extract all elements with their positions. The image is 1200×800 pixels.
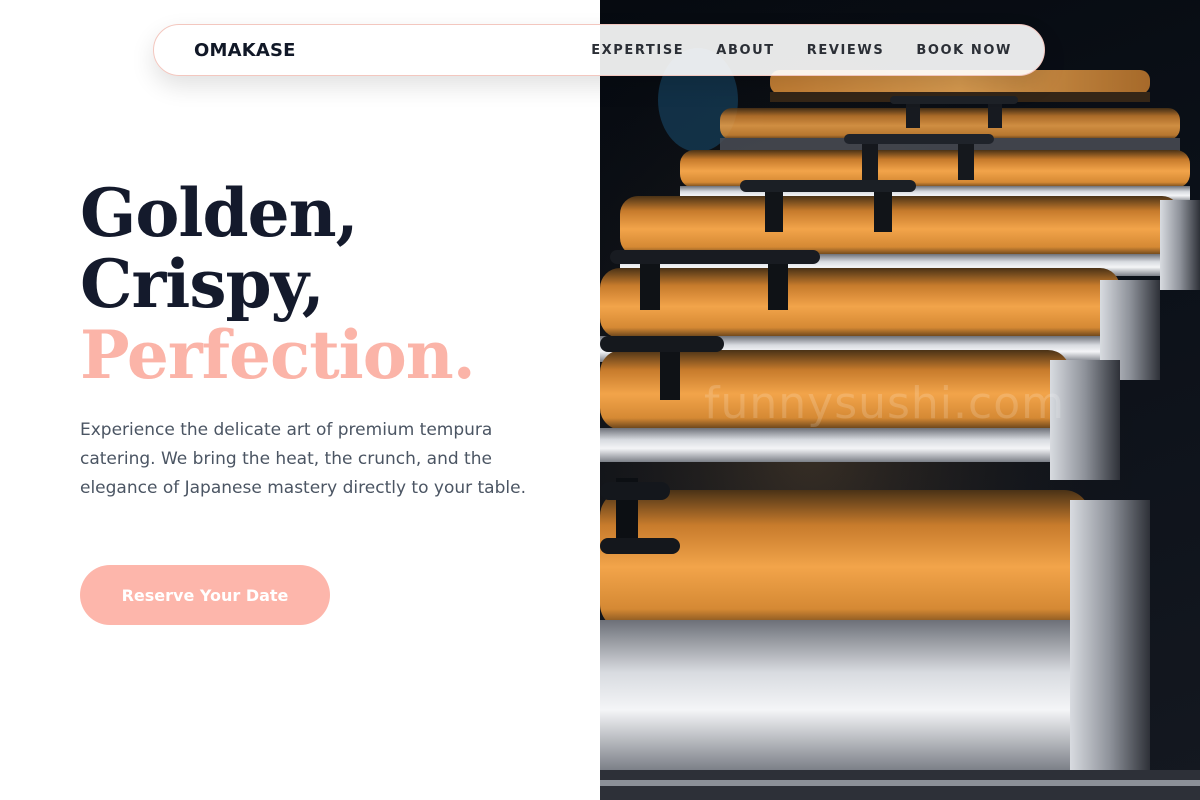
nav-link-expertise[interactable]: EXPERTISE (591, 43, 684, 58)
headline-line-2: Crispy, (80, 245, 325, 323)
top-navigation: OMAKASE EXPERTISE ABOUT REVIEWS BOOK NOW (153, 24, 1045, 76)
hero-headline: Golden, Crispy, Perfection. (80, 174, 476, 394)
reserve-date-button[interactable]: Reserve Your Date (80, 565, 330, 625)
hero-description: Experience the delicate art of premium t… (80, 420, 526, 498)
nav-links: EXPERTISE ABOUT REVIEWS BOOK NOW (591, 43, 1012, 58)
brand-logo[interactable]: OMAKASE (194, 40, 296, 61)
headline-line-3: Perfection. (80, 316, 476, 394)
nav-link-about[interactable]: ABOUT (716, 43, 774, 58)
nav-link-reviews[interactable]: REVIEWS (807, 43, 885, 58)
watermark: funnysushi.com (704, 378, 1065, 429)
page: funnysushi.com OMAKASE EXPERTISE ABOUT R… (0, 0, 1200, 800)
nav-link-book-now[interactable]: BOOK NOW (916, 43, 1012, 58)
headline-line-1: Golden, (80, 174, 359, 252)
